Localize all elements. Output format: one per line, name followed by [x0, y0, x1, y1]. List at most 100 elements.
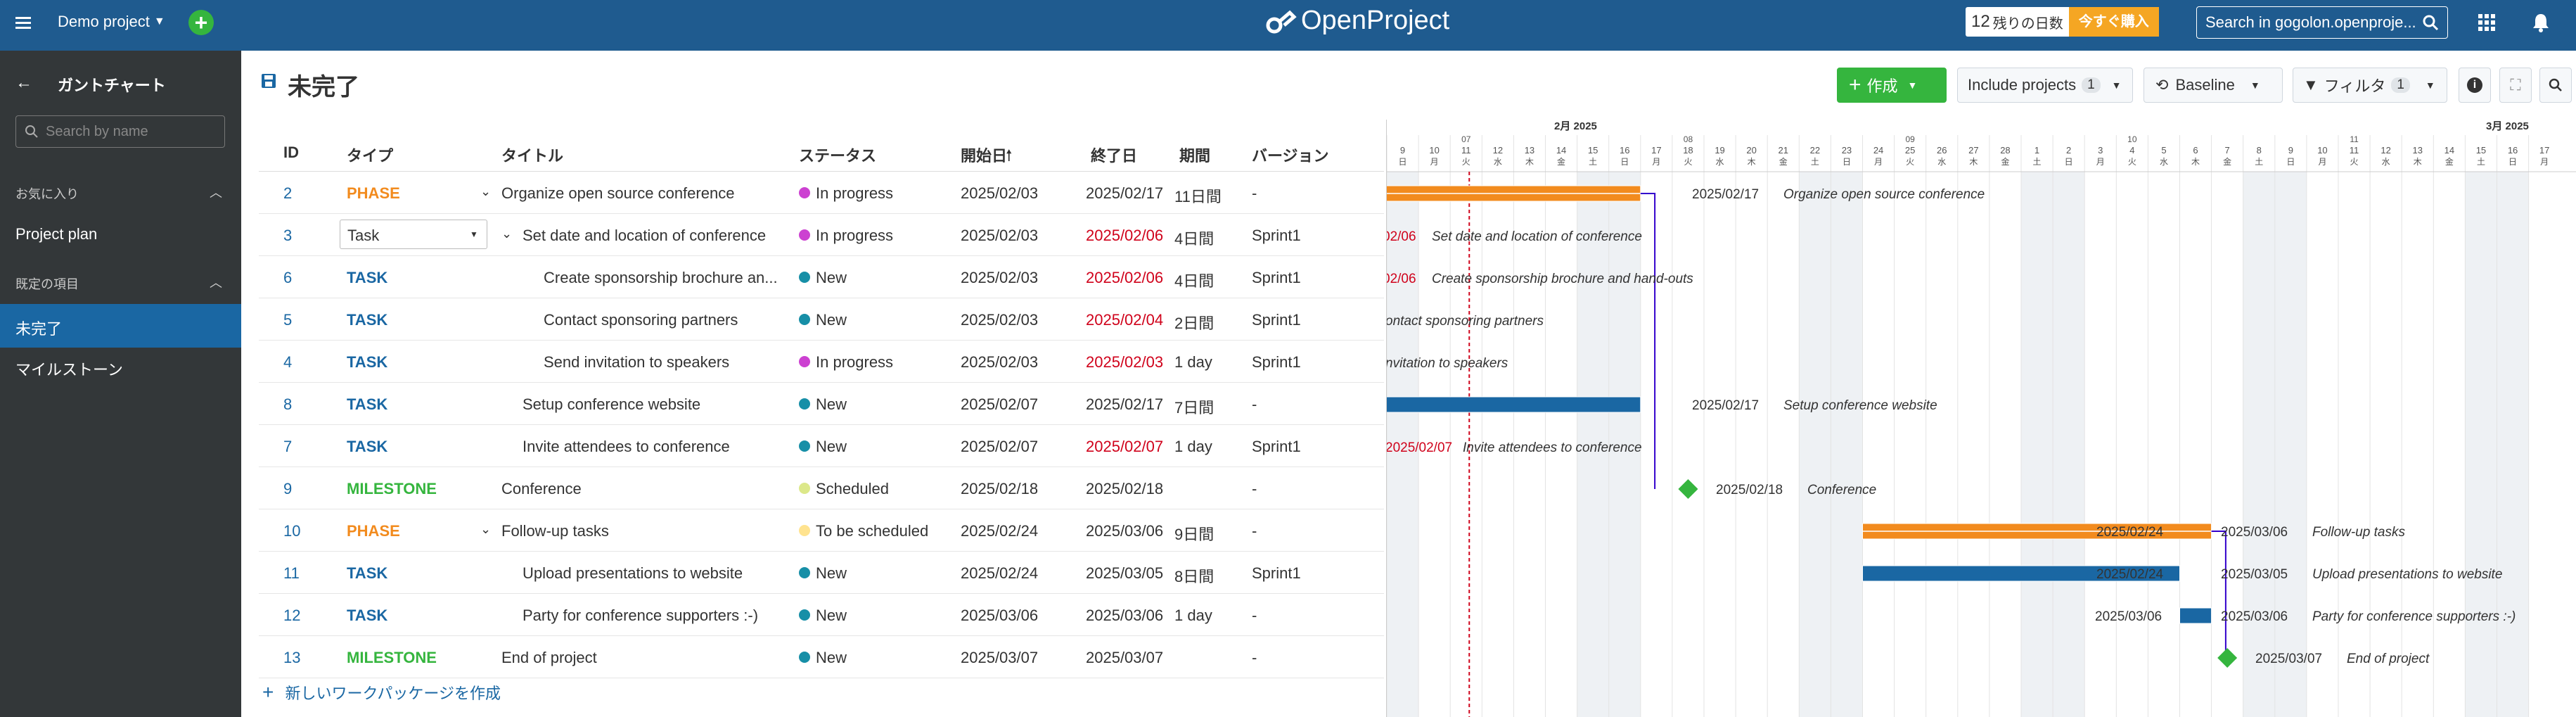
- id-link[interactable]: 6: [283, 269, 292, 287]
- search-input[interactable]: Search in gogolon.openproje...: [2205, 13, 2416, 32]
- sidebar-item-active[interactable]: 未完了: [0, 304, 241, 348]
- add-icon[interactable]: +: [188, 10, 214, 35]
- duration-cell[interactable]: 1 day: [1174, 607, 1212, 625]
- version-cell[interactable]: -: [1252, 607, 1257, 625]
- version-cell[interactable]: Sprint1: [1252, 438, 1301, 456]
- id-link[interactable]: 12: [283, 607, 300, 625]
- start-date-cell[interactable]: 2025/02/03: [961, 269, 1038, 287]
- table-row[interactable]: 7 TASK Invite attendees to conference New 20…: [259, 425, 1384, 467]
- end-date-cell[interactable]: 2025/02/17: [1086, 395, 1163, 414]
- status-cell[interactable]: New: [816, 607, 847, 625]
- end-date-cell[interactable]: 2025/02/17: [1086, 184, 1163, 203]
- id-link[interactable]: 7: [283, 438, 292, 456]
- chevron-down-icon[interactable]: ⌄: [480, 184, 491, 199]
- table-row[interactable]: 8 TASK Setup conference website New 2025/02/…: [259, 383, 1384, 425]
- title-cell[interactable]: Follow-up tasks: [501, 522, 609, 540]
- sidebar-item-milestones[interactable]: マイルストーン: [15, 357, 123, 380]
- version-cell[interactable]: -: [1252, 649, 1257, 667]
- duration-cell[interactable]: 8日間: [1174, 564, 1214, 587]
- title-cell[interactable]: Set date and location of conference: [523, 227, 766, 245]
- version-cell[interactable]: -: [1252, 395, 1257, 414]
- table-row[interactable]: 6 TASK Create sponsorship brochure an... Ne…: [259, 256, 1384, 298]
- duration-cell[interactable]: 1 day: [1174, 438, 1212, 456]
- version-cell[interactable]: -: [1252, 480, 1257, 498]
- id-link[interactable]: 10: [283, 522, 300, 540]
- version-cell[interactable]: -: [1252, 184, 1257, 203]
- table-row[interactable]: 9 MILESTONE Conference Scheduled 2025/02/18 2…: [259, 467, 1384, 509]
- table-row[interactable]: 3 Task ▼ ⌄ Set date and location of conferen…: [259, 214, 1384, 256]
- start-date-cell[interactable]: 2025/03/06: [961, 607, 1038, 625]
- end-date-cell[interactable]: 2025/02/18: [1086, 480, 1163, 498]
- status-cell[interactable]: New: [816, 438, 847, 456]
- gantt-chart[interactable]: 9 日 10 月 11 火 12 水 13 木 14 金 15 土 16 日 17 月 18 火 19 水 20 木 21 金 22…: [1386, 120, 2576, 717]
- version-cell[interactable]: Sprint1: [1252, 227, 1301, 245]
- end-date-cell[interactable]: 2025/02/04: [1086, 311, 1163, 329]
- duration-cell[interactable]: 4日間: [1174, 269, 1214, 291]
- end-date-cell[interactable]: 2025/02/06: [1086, 227, 1163, 245]
- sidebar-search-input[interactable]: Search by name: [46, 124, 148, 140]
- table-row[interactable]: 2 PHASE ⌄ Organize open source conference In…: [259, 172, 1384, 214]
- id-link[interactable]: 3: [283, 227, 292, 245]
- global-search[interactable]: Search in gogolon.openproje...: [2196, 6, 2448, 39]
- table-row[interactable]: 11 TASK Upload presentations to website New…: [259, 552, 1384, 594]
- col-end[interactable]: 終了日: [1091, 144, 1137, 166]
- id-link[interactable]: 13: [283, 649, 300, 667]
- include-projects-button[interactable]: Include projects 1 ▼: [1957, 68, 2133, 103]
- sidebar-search[interactable]: Search by name: [15, 115, 225, 148]
- duration-cell[interactable]: 7日間: [1174, 395, 1214, 418]
- grid-icon[interactable]: [2478, 14, 2495, 31]
- table-row[interactable]: 12 TASK Party for conference supporters :-…: [259, 594, 1384, 636]
- end-date-cell[interactable]: 2025/02/03: [1086, 353, 1163, 372]
- status-cell[interactable]: Scheduled: [816, 480, 889, 498]
- start-date-cell[interactable]: 2025/02/03: [961, 184, 1038, 203]
- id-link[interactable]: 8: [283, 395, 292, 414]
- start-date-cell[interactable]: 2025/02/07: [961, 395, 1038, 414]
- logo[interactable]: OpenProject: [1264, 6, 1449, 36]
- create-button[interactable]: + 作成 ▼: [1837, 68, 1947, 103]
- title-cell[interactable]: Contact sponsoring partners: [544, 311, 738, 329]
- col-type[interactable]: タイプ: [347, 144, 393, 166]
- col-start[interactable]: 開始日: [961, 144, 1007, 166]
- chevron-down-icon[interactable]: ⌄: [480, 522, 491, 537]
- end-date-cell[interactable]: 2025/02/07: [1086, 438, 1163, 456]
- start-date-cell[interactable]: 2025/02/03: [961, 353, 1038, 372]
- duration-cell[interactable]: 9日間: [1174, 522, 1214, 545]
- start-date-cell[interactable]: 2025/03/07: [961, 649, 1038, 667]
- col-status[interactable]: ステータス: [799, 144, 876, 166]
- status-cell[interactable]: In progress: [816, 184, 893, 203]
- save-icon[interactable]: [261, 73, 276, 92]
- title-cell[interactable]: Send invitation to speakers: [544, 353, 729, 372]
- baseline-button[interactable]: ⟲ Baseline ▼: [2144, 68, 2283, 103]
- type-select[interactable]: Task: [340, 220, 487, 249]
- title-cell[interactable]: Organize open source conference: [501, 184, 734, 203]
- table-row[interactable]: 4 TASK Send invitation to speakers In progr…: [259, 341, 1384, 383]
- id-link[interactable]: 11: [283, 564, 300, 583]
- version-cell[interactable]: Sprint1: [1252, 564, 1301, 583]
- status-cell[interactable]: New: [816, 395, 847, 414]
- filter-button[interactable]: ▼ フィルタ 1 ▼: [2293, 68, 2447, 103]
- duration-cell[interactable]: 1 day: [1174, 353, 1212, 372]
- chevron-down-icon[interactable]: ⌄: [501, 227, 512, 241]
- chevron-up-icon[interactable]: ︿: [210, 273, 222, 291]
- col-title[interactable]: タイトル: [501, 144, 563, 166]
- id-link[interactable]: 4: [283, 353, 292, 372]
- status-cell[interactable]: New: [816, 564, 847, 583]
- id-link[interactable]: 9: [283, 480, 292, 498]
- title-cell[interactable]: Setup conference website: [523, 395, 700, 414]
- create-work-package-link[interactable]: + 新しいワークパッケージを作成: [262, 681, 501, 704]
- sidebar-item-project-plan[interactable]: Project plan: [15, 225, 97, 243]
- title-cell[interactable]: End of project: [501, 649, 597, 667]
- start-date-cell[interactable]: 2025/02/07: [961, 438, 1038, 456]
- version-cell[interactable]: Sprint1: [1252, 353, 1301, 372]
- duration-cell[interactable]: 11日間: [1174, 184, 1222, 207]
- start-date-cell[interactable]: 2025/02/18: [961, 480, 1038, 498]
- chevron-up-icon[interactable]: ︿: [210, 183, 222, 201]
- bell-icon[interactable]: [2532, 13, 2550, 32]
- status-cell[interactable]: To be scheduled: [816, 522, 928, 540]
- version-cell[interactable]: -: [1252, 522, 1257, 540]
- id-link[interactable]: 5: [283, 311, 292, 329]
- title-cell[interactable]: Create sponsorship brochure an...: [544, 269, 778, 287]
- end-date-cell[interactable]: 2025/03/07: [1086, 649, 1163, 667]
- col-version[interactable]: バージョン: [1252, 144, 1329, 166]
- project-selector[interactable]: Demo project ▼: [58, 13, 165, 31]
